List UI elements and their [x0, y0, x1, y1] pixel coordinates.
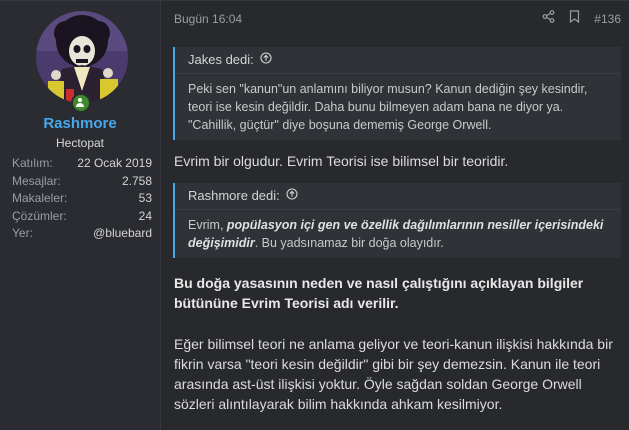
quote-text: Peki sen "kanun"un anlamını biliyor musu…: [188, 82, 588, 132]
reply-text-3: Eğer bilimsel teori ne anlama geliyor ve…: [174, 336, 613, 412]
quote-block: Rashmore dedi: Evrim, popülasyon içi gen…: [173, 183, 621, 258]
bookmark-icon[interactable]: [569, 10, 580, 28]
post-date[interactable]: Bugün 16:04: [174, 12, 242, 26]
avatar[interactable]: [36, 11, 128, 103]
stat-value[interactable]: 53: [139, 190, 152, 208]
online-status-icon: [71, 93, 91, 113]
post-main: Bugün 16:04 #136 Jakes dedi: Peki sen "k…: [161, 1, 629, 430]
share-icon[interactable]: [542, 10, 555, 28]
quote-header[interactable]: Jakes dedi:: [175, 47, 621, 74]
quote-text: Evrim, popülasyon içi gen ve özellik dağ…: [175, 210, 621, 258]
stat-value[interactable]: @bluebard: [93, 225, 152, 243]
reply-text-1: Evrim bir olgudur. Evrim Teorisi ise bil…: [174, 153, 509, 169]
stat-label: Mesajlar:: [12, 173, 61, 188]
stat-label: Makaleler:: [12, 191, 68, 205]
user-stats: Katılım: 22 Ocak 2019 Mesajlar: 2.758 Ma…: [12, 155, 152, 243]
stat-value: 22 Ocak 2019: [77, 156, 152, 170]
forum-post: Rashmore Hectopat Katılım: 22 Ocak 2019 …: [0, 0, 629, 430]
quote-author[interactable]: Jakes dedi:: [188, 47, 254, 73]
quote-prefix: Evrim,: [188, 218, 227, 232]
arrow-up-circle-icon[interactable]: [286, 183, 298, 209]
user-info-column: Rashmore Hectopat Katılım: 22 Ocak 2019 …: [0, 1, 161, 430]
arrow-up-circle-icon[interactable]: [260, 47, 272, 73]
stat-location: Yer: @bluebard: [12, 225, 152, 243]
quote-suffix: . Bu yadsınamaz bir doğa olayıdır.: [254, 236, 444, 250]
user-title: Hectopat: [55, 136, 105, 150]
quote-block: Jakes dedi: Peki sen "kanun"un anlamını …: [173, 47, 621, 140]
stat-label: Çözümler:: [12, 208, 67, 223]
stat-articles: Makaleler: 53: [12, 190, 152, 208]
stat-label: Katılım:: [12, 156, 53, 170]
quote-author[interactable]: Rashmore dedi:: [188, 183, 280, 209]
stat-solutions: Çözümler: 24: [12, 208, 152, 226]
avatar-image: [36, 11, 128, 103]
username-link[interactable]: Rashmore: [0, 115, 160, 132]
quote-header[interactable]: Rashmore dedi:: [175, 183, 621, 210]
stat-joined: Katılım: 22 Ocak 2019: [12, 155, 152, 173]
stat-value[interactable]: 2.758: [122, 173, 152, 191]
stat-label: Yer:: [12, 226, 33, 240]
post-number-link[interactable]: #136: [594, 12, 621, 26]
stat-value: 24: [138, 208, 152, 223]
reply-text-2: Bu doğa yasasının neden ve nasıl çalıştı…: [174, 275, 584, 311]
post-actions: #136: [542, 10, 621, 28]
stat-messages: Mesajlar: 2.758: [12, 173, 152, 191]
